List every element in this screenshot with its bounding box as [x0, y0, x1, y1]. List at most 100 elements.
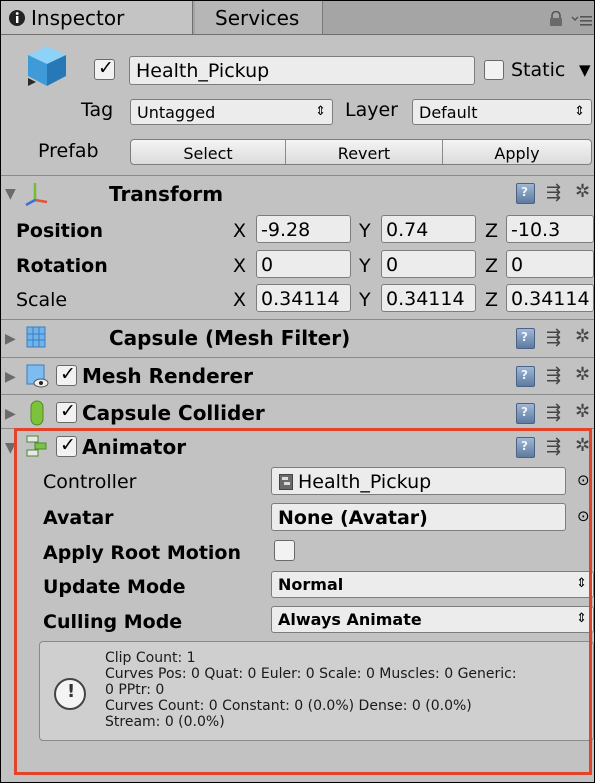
mesh-filter-icon	[26, 326, 46, 348]
preset-icon[interactable]: ⇶	[546, 402, 561, 423]
rotation-z-value: 0	[511, 254, 524, 276]
prefab-select-button[interactable]: Select	[131, 140, 286, 164]
axis-x-label[interactable]: X	[233, 289, 246, 311]
static-label: Static	[511, 59, 566, 81]
checkmark-icon: ✓	[60, 400, 76, 422]
help-book-icon[interactable]	[516, 366, 535, 387]
prefab-select-label: Select	[183, 144, 233, 163]
checkmark-icon: ✓	[98, 57, 114, 79]
mesh-renderer-icon	[26, 364, 49, 388]
transform-header[interactable]: ▼ Transform ⇶ ✲	[1, 177, 594, 211]
rotation-label: Rotation	[16, 255, 108, 277]
rotation-y-field[interactable]: 0	[381, 250, 476, 278]
updown-arrow-icon: ⇕	[574, 104, 585, 119]
position-x-value: -9.28	[261, 219, 311, 241]
gear-icon[interactable]: ✲	[575, 181, 590, 202]
divider	[1, 394, 594, 395]
axis-x-label[interactable]: X	[233, 220, 246, 242]
scale-label: Scale	[16, 289, 68, 311]
axis-x-label[interactable]: X	[233, 255, 246, 277]
axis-z-label[interactable]: Z	[485, 220, 498, 242]
gameobject-cube-icon	[28, 46, 66, 86]
info-circle-icon	[9, 10, 25, 26]
scale-z-value: 0.34114	[511, 288, 590, 310]
prefab-apply-label: Apply	[494, 144, 540, 163]
capsule-collider-enabled-checkbox[interactable]: ✓	[56, 400, 77, 423]
prefab-revert-button[interactable]: Revert	[286, 140, 443, 164]
inspector-window: Inspector Services ✓ Health_Pickup Stati…	[0, 0, 595, 783]
menu-icon[interactable]	[571, 13, 593, 27]
tab-inspector-label: Inspector	[31, 6, 125, 30]
mesh-renderer-header[interactable]: ▶ ✓ Mesh Renderer ⇶ ✲	[1, 359, 594, 393]
rotation-x-field[interactable]: 0	[256, 250, 351, 278]
help-book-icon[interactable]	[516, 328, 535, 349]
tag-dropdown[interactable]: Untagged ⇕	[130, 99, 333, 125]
rotation-y-value: 0	[386, 254, 399, 276]
gear-icon[interactable]: ✲	[575, 364, 590, 385]
tab-inspector[interactable]: Inspector	[1, 1, 193, 34]
prefab-button-group: Select Revert Apply	[130, 139, 592, 165]
position-y-value: 0.74	[386, 219, 429, 241]
static-checkbox[interactable]	[484, 60, 504, 80]
position-label: Position	[16, 220, 103, 242]
checkmark-icon: ✓	[60, 363, 76, 385]
preset-icon[interactable]: ⇶	[546, 182, 561, 203]
gear-icon[interactable]: ✲	[575, 326, 590, 347]
foldout-closed-icon[interactable]: ▶	[5, 331, 16, 347]
layer-label: Layer	[345, 99, 398, 121]
tag-value: Untagged	[137, 103, 216, 122]
mesh-renderer-enabled-checkbox[interactable]: ✓	[56, 363, 77, 386]
scale-x-value: 0.34114	[261, 288, 340, 310]
capsule-collider-icon	[30, 400, 44, 426]
transform-axes-icon	[25, 183, 48, 206]
divider	[1, 319, 594, 320]
axis-z-label[interactable]: Z	[485, 255, 498, 277]
divider	[1, 357, 594, 358]
axis-y-label[interactable]: Y	[359, 220, 371, 242]
object-name-value: Health_Pickup	[136, 60, 270, 82]
axis-y-label[interactable]: Y	[359, 255, 371, 277]
scale-y-value: 0.34114	[386, 288, 465, 310]
mesh-renderer-title: Mesh Renderer	[82, 364, 253, 388]
scale-z-field[interactable]: 0.34114	[506, 284, 594, 312]
layer-dropdown[interactable]: Default ⇕	[412, 99, 592, 125]
scale-y-field[interactable]: 0.34114	[381, 284, 476, 312]
object-active-checkbox[interactable]: ✓	[94, 57, 115, 80]
gear-icon[interactable]: ✲	[575, 401, 590, 422]
static-dropdown-arrow-icon[interactable]: ▼	[579, 61, 591, 79]
animator-highlight-box	[14, 428, 592, 775]
updown-arrow-icon: ⇕	[315, 104, 326, 119]
preset-icon[interactable]: ⇶	[546, 365, 561, 386]
foldout-closed-icon[interactable]: ▶	[5, 369, 16, 385]
prefab-label: Prefab	[38, 140, 99, 162]
capsule-collider-header[interactable]: ▶ ✓ Capsule Collider ⇶ ✲	[1, 396, 594, 430]
foldout-closed-icon[interactable]: ▶	[5, 406, 16, 422]
foldout-open-icon[interactable]: ▼	[5, 186, 16, 202]
capsule-collider-title: Capsule Collider	[82, 401, 265, 425]
tab-services-label: Services	[215, 6, 300, 30]
position-x-field[interactable]: -9.28	[256, 215, 351, 243]
rotation-z-field[interactable]: 0	[506, 250, 594, 278]
layer-value: Default	[419, 103, 478, 122]
scale-x-field[interactable]: 0.34114	[256, 284, 351, 312]
tab-bar: Inspector Services	[1, 1, 594, 35]
position-z-value: -10.3	[511, 219, 561, 241]
axis-z-label[interactable]: Z	[485, 289, 498, 311]
prefab-apply-button[interactable]: Apply	[443, 140, 591, 164]
rotation-x-value: 0	[261, 254, 274, 276]
help-book-icon[interactable]	[516, 183, 535, 204]
object-name-field[interactable]: Health_Pickup	[129, 56, 475, 85]
mesh-filter-title: Capsule (Mesh Filter)	[109, 326, 351, 350]
tab-services[interactable]: Services	[195, 1, 323, 34]
lock-icon[interactable]	[549, 11, 563, 27]
mesh-filter-header[interactable]: ▶ Capsule (Mesh Filter) ⇶ ✲	[1, 321, 594, 355]
prefab-revert-label: Revert	[337, 144, 391, 163]
axis-y-label[interactable]: Y	[359, 289, 371, 311]
divider	[1, 175, 594, 176]
position-z-field[interactable]: -10.3	[506, 215, 594, 243]
position-y-field[interactable]: 0.74	[381, 215, 476, 243]
transform-title: Transform	[109, 182, 224, 206]
help-book-icon[interactable]	[516, 403, 535, 424]
preset-icon[interactable]: ⇶	[546, 327, 561, 348]
tag-label: Tag	[81, 99, 114, 121]
